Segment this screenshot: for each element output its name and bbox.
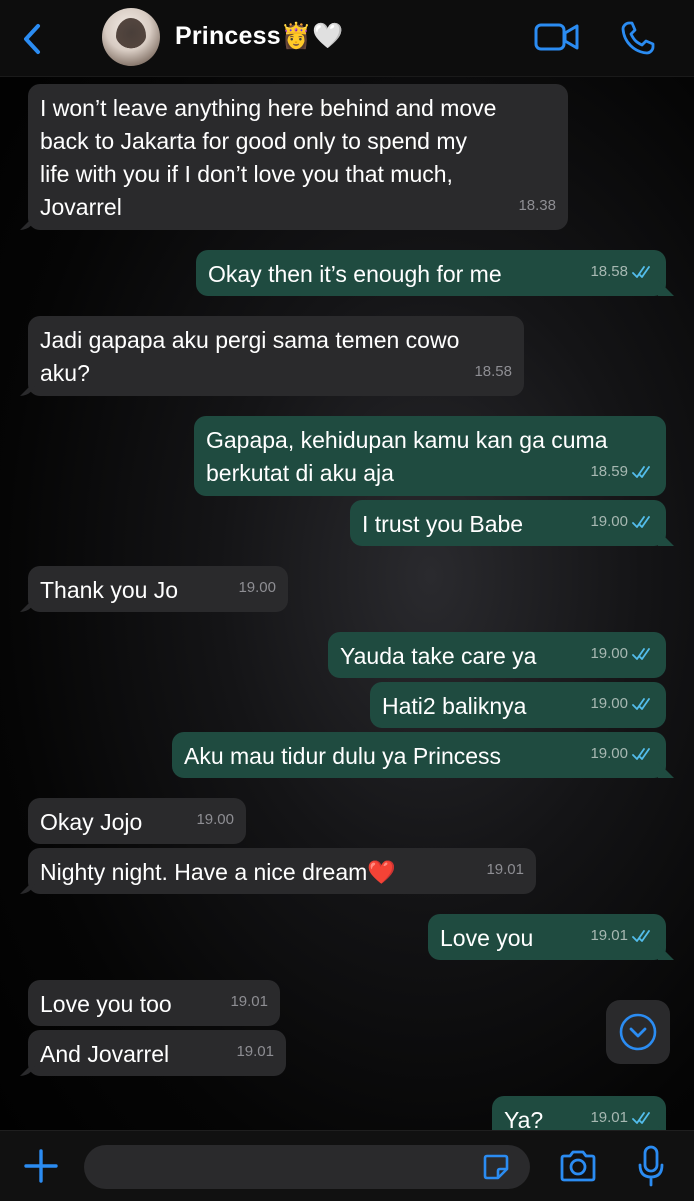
message-meta: 19.01	[236, 1035, 274, 1068]
message-text: Jadi gapapa aku pergi sama temen cowo ak…	[40, 327, 460, 386]
incoming-message[interactable]: Okay Jojo 19.00	[28, 798, 246, 844]
message-time: 19.01	[230, 993, 268, 1010]
chat-header: Princess👸🤍	[0, 0, 694, 77]
read-receipt-icon	[632, 465, 650, 478]
composer-bar	[0, 1130, 694, 1201]
incoming-message[interactable]: And Jovarrel 19.01	[28, 1030, 286, 1076]
scroll-to-bottom-button[interactable]	[606, 1000, 670, 1064]
video-camera-icon[interactable]	[534, 22, 580, 52]
message-meta: 19.00	[590, 737, 654, 770]
message-meta: 19.00	[590, 687, 654, 720]
message-time: 18.58	[590, 263, 628, 280]
incoming-message[interactable]: Love you too 19.01	[28, 980, 280, 1026]
chevron-down-circle-icon	[619, 1013, 657, 1051]
incoming-message[interactable]: Nighty night. Have a nice dream❤️ 19.01	[28, 848, 536, 894]
message-meta: 18.58	[590, 255, 654, 288]
message-time: 19.00	[590, 695, 628, 712]
message-meta: 19.00	[196, 803, 234, 836]
read-receipt-icon	[632, 929, 650, 942]
message-time: 19.00	[238, 579, 276, 596]
outgoing-message[interactable]: Okay then it’s enough for me 18.58	[196, 250, 666, 296]
message-list[interactable]: I won’t leave anything here behind and m…	[0, 76, 694, 1130]
message-time: 18.38	[518, 197, 556, 214]
read-receipt-icon	[632, 647, 650, 660]
outgoing-message[interactable]: Hati2 baliknya 19.00	[370, 682, 666, 728]
plus-icon[interactable]	[22, 1147, 60, 1185]
message-time: 19.01	[590, 927, 628, 944]
message-time: 19.00	[590, 745, 628, 762]
message-time: 19.00	[590, 513, 628, 530]
outgoing-message[interactable]: Love you 19.01	[428, 914, 666, 960]
phone-icon[interactable]	[620, 20, 656, 56]
outgoing-message[interactable]: Yauda take care ya 19.00	[328, 632, 666, 678]
message-time: 19.01	[236, 1043, 274, 1060]
outgoing-message[interactable]: Aku mau tidur dulu ya Princess 19.00	[172, 732, 666, 778]
message-meta: 19.01	[590, 919, 654, 952]
microphone-icon[interactable]	[636, 1145, 666, 1187]
message-meta: 19.00	[238, 571, 276, 604]
message-meta: 18.58	[474, 355, 512, 388]
message-time: 19.00	[196, 811, 234, 828]
message-meta: 19.00	[590, 505, 654, 538]
camera-icon[interactable]	[558, 1149, 598, 1183]
read-receipt-icon	[632, 515, 650, 528]
read-receipt-icon	[632, 747, 650, 760]
incoming-message[interactable]: I won’t leave anything here behind and m…	[28, 84, 568, 230]
chevron-left-icon[interactable]	[18, 22, 48, 56]
incoming-message[interactable]: Jadi gapapa aku pergi sama temen cowo ak…	[28, 316, 524, 396]
read-receipt-icon	[632, 265, 650, 278]
message-meta: 19.01	[486, 853, 524, 886]
message-meta: 19.01	[590, 1101, 654, 1130]
message-meta: 18.38	[518, 189, 556, 222]
read-receipt-icon	[632, 1111, 650, 1124]
message-time: 19.00	[590, 645, 628, 662]
message-time: 18.58	[474, 363, 512, 380]
message-input[interactable]	[84, 1145, 530, 1189]
message-meta: 18.59	[590, 455, 654, 488]
incoming-message[interactable]: Thank you Jo 19.00	[28, 566, 288, 612]
contact-name[interactable]: Princess👸🤍	[175, 22, 344, 51]
outgoing-message[interactable]: Ya? 19.01	[492, 1096, 666, 1130]
message-text: Okay then it’s enough for me	[208, 261, 502, 287]
message-time: 19.01	[486, 861, 524, 878]
message-text: Nighty night. Have a nice dream❤️	[40, 859, 396, 885]
message-meta: 19.00	[590, 637, 654, 670]
message-time: 19.01	[590, 1109, 628, 1126]
read-receipt-icon	[632, 697, 650, 710]
avatar[interactable]	[102, 8, 160, 66]
message-text: I won’t leave anything here behind and m…	[40, 95, 497, 220]
message-time: 18.59	[590, 463, 628, 480]
outgoing-message[interactable]: I trust you Babe 19.00	[350, 500, 666, 546]
outgoing-message[interactable]: Gapapa, kehidupan kamu kan ga cuma berku…	[194, 416, 666, 496]
message-text: Aku mau tidur dulu ya Princess	[184, 743, 502, 769]
message-meta: 19.01	[230, 985, 268, 1018]
sticker-icon[interactable]	[482, 1153, 510, 1181]
message-text: Gapapa, kehidupan kamu kan ga cuma berku…	[206, 427, 608, 486]
